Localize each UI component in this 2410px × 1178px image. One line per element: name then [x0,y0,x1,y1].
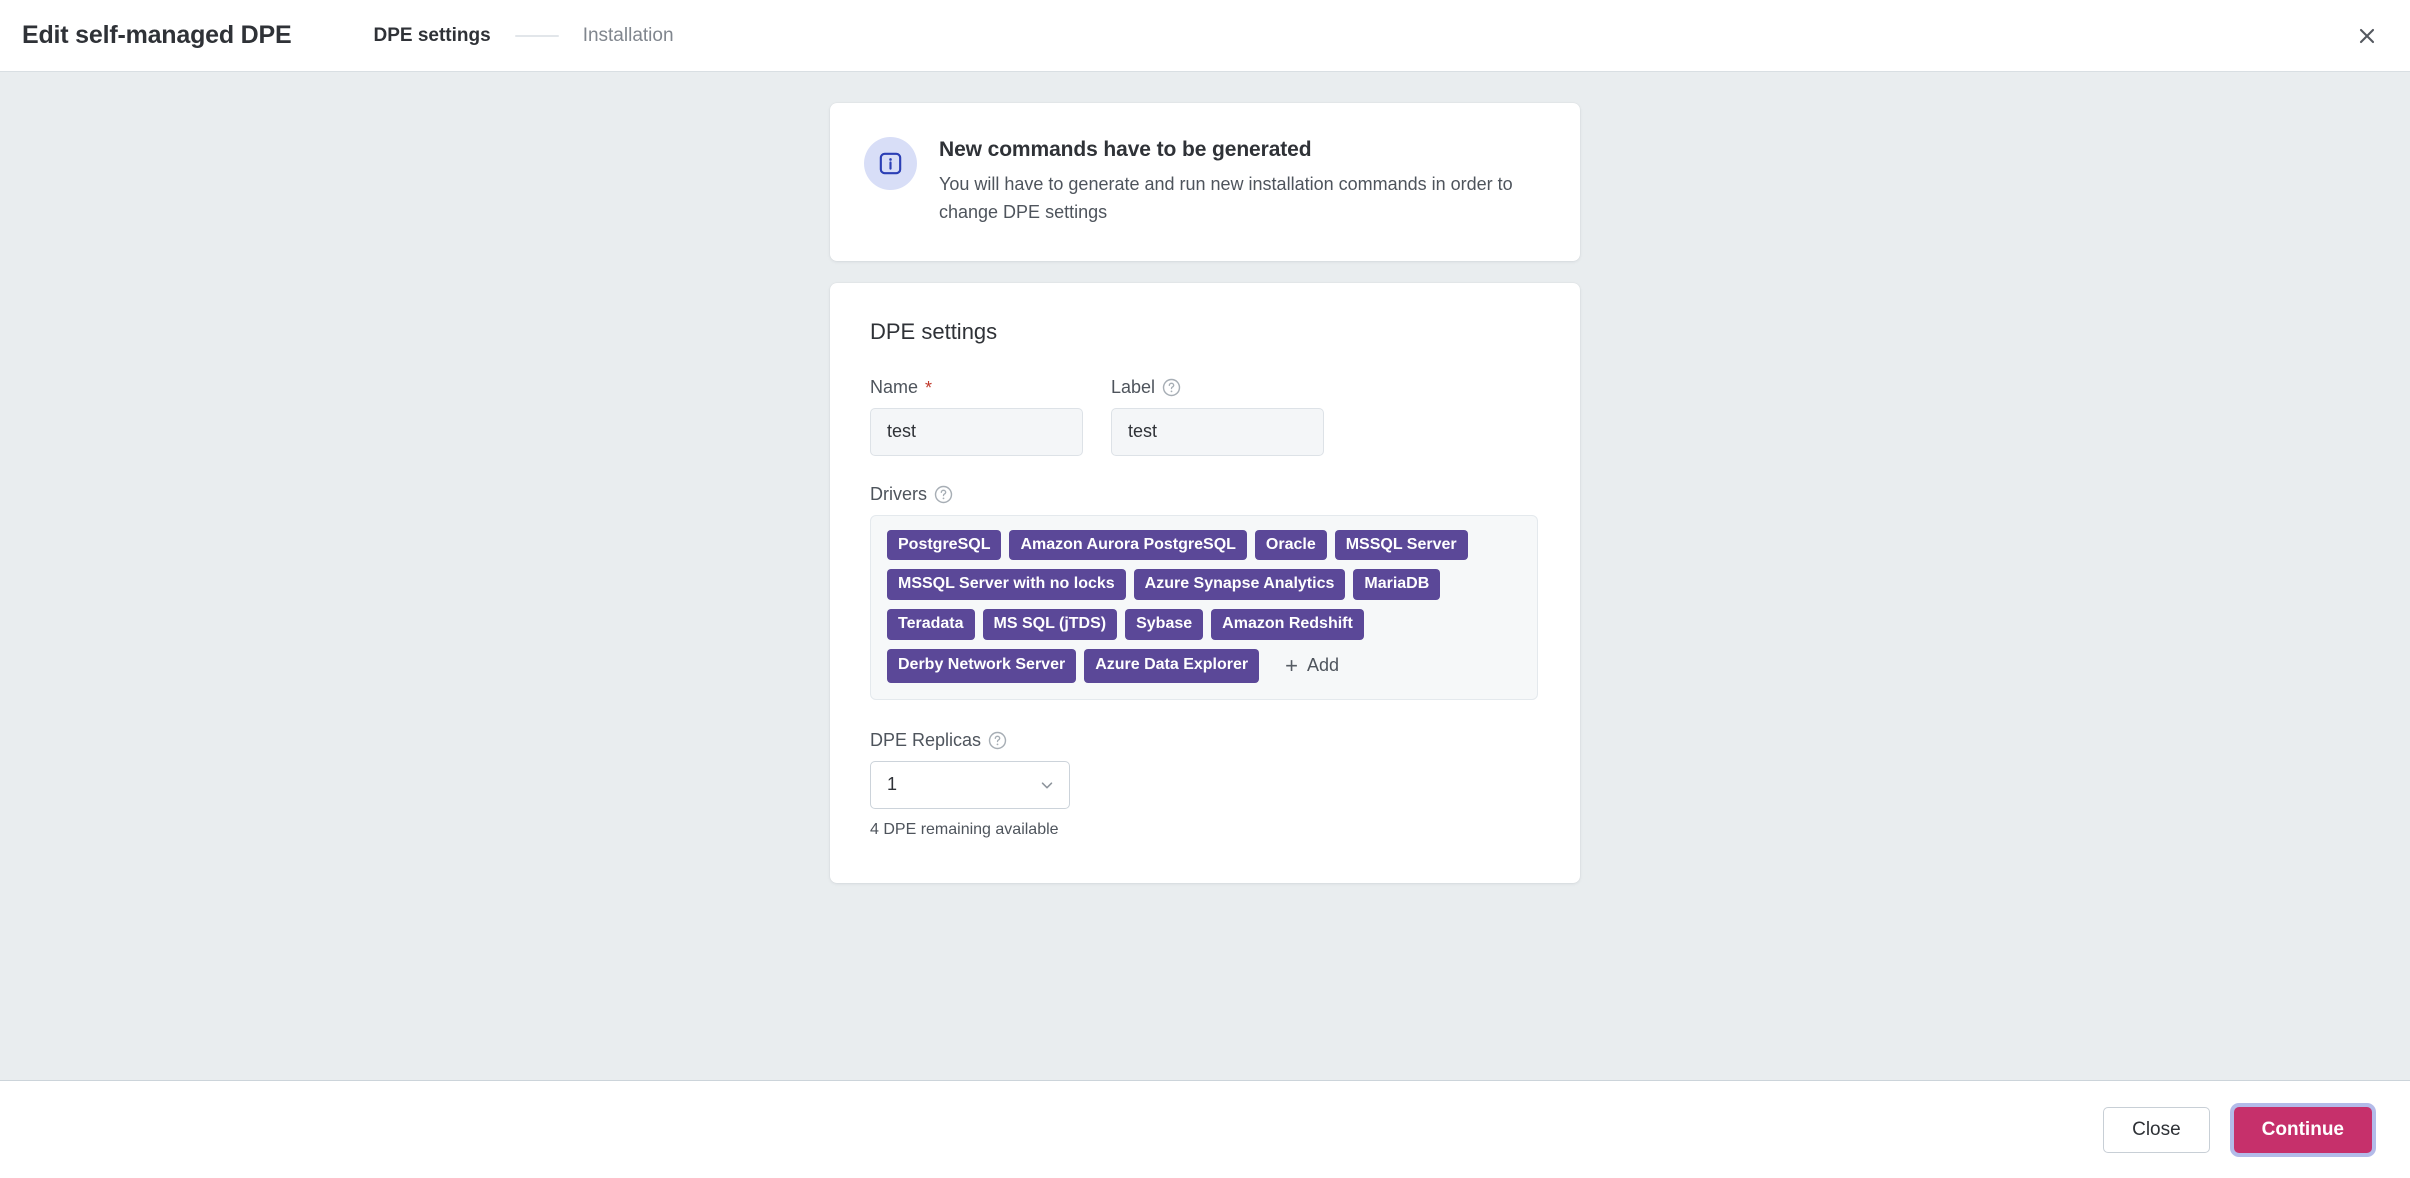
driver-chip[interactable]: Sybase [1125,609,1203,640]
step-connector [515,35,559,37]
label-input[interactable] [1111,408,1324,456]
settings-section-title: DPE settings [870,319,1540,345]
label-field-group: Label [1111,377,1324,456]
replicas-label: DPE Replicas [870,730,1540,752]
close-button[interactable]: Close [2103,1107,2210,1153]
banner-description: You will have to generate and run new in… [939,171,1514,227]
driver-chip[interactable]: Teradata [887,609,975,640]
info-icon [864,137,917,190]
name-field-group: Name * [870,377,1083,456]
step-dpe-settings[interactable]: DPE settings [371,21,492,51]
dpe-settings-card: DPE settings Name * Label [830,283,1580,883]
replicas-select-wrap: 1 [870,761,1070,809]
edit-dpe-modal: Edit self-managed DPE DPE settings Insta… [0,0,2410,1178]
content-column: New commands have to be generated You wi… [830,103,1580,883]
banner-title: New commands have to be generated [939,138,1514,162]
driver-chip[interactable]: Azure Data Explorer [1084,649,1259,683]
driver-chip[interactable]: Amazon Redshift [1211,609,1364,640]
label-label-text: Label [1111,377,1155,398]
help-circle-icon[interactable] [988,731,1007,750]
banner-text-block: New commands have to be generated You wi… [939,135,1514,227]
help-circle-icon[interactable] [934,485,953,504]
close-icon[interactable] [2346,15,2388,57]
replicas-helper-text: 4 DPE remaining available [870,821,1540,839]
info-banner: New commands have to be generated You wi… [830,103,1580,261]
help-circle-icon[interactable] [1162,378,1181,397]
name-label-text: Name [870,377,918,398]
driver-chip[interactable]: Amazon Aurora PostgreSQL [1009,530,1246,561]
modal-body: New commands have to be generated You wi… [0,72,2410,1080]
name-label-row: Name * Label [870,377,1540,456]
label-label: Label [1111,377,1324,399]
driver-chip[interactable]: MSSQL Server with no locks [887,569,1126,600]
add-driver-label: Add [1307,655,1339,676]
modal-header: Edit self-managed DPE DPE settings Insta… [0,0,2410,72]
replicas-group: DPE Replicas 1 [870,730,1540,839]
replicas-select[interactable]: 1 [870,761,1070,809]
driver-chip[interactable]: Azure Synapse Analytics [1134,569,1346,600]
driver-chip[interactable]: MariaDB [1353,569,1440,600]
driver-chip[interactable]: Derby Network Server [887,649,1076,683]
modal-footer: Close Continue [0,1080,2410,1178]
page-title: Edit self-managed DPE [22,21,291,50]
required-marker: * [925,379,932,397]
stepper: DPE settings Installation [371,21,675,51]
drivers-group: Drivers PostgreSQL Amazon Aurora Postgre… [870,484,1540,700]
driver-chip[interactable]: MS SQL (jTDS) [983,609,1118,640]
driver-chip[interactable]: MSSQL Server [1335,530,1468,561]
replicas-label-text: DPE Replicas [870,730,981,751]
drivers-label: Drivers [870,484,1540,506]
driver-chip[interactable]: PostgreSQL [887,530,1001,561]
plus-icon: + [1285,655,1298,677]
step-installation[interactable]: Installation [581,21,676,51]
name-input[interactable] [870,408,1083,456]
drivers-panel: PostgreSQL Amazon Aurora PostgreSQL Orac… [870,515,1538,700]
name-label: Name * [870,377,1083,399]
drivers-label-text: Drivers [870,484,927,505]
add-driver-button[interactable]: + Add [1273,649,1351,683]
continue-button[interactable]: Continue [2234,1107,2372,1153]
driver-chip[interactable]: Oracle [1255,530,1327,561]
